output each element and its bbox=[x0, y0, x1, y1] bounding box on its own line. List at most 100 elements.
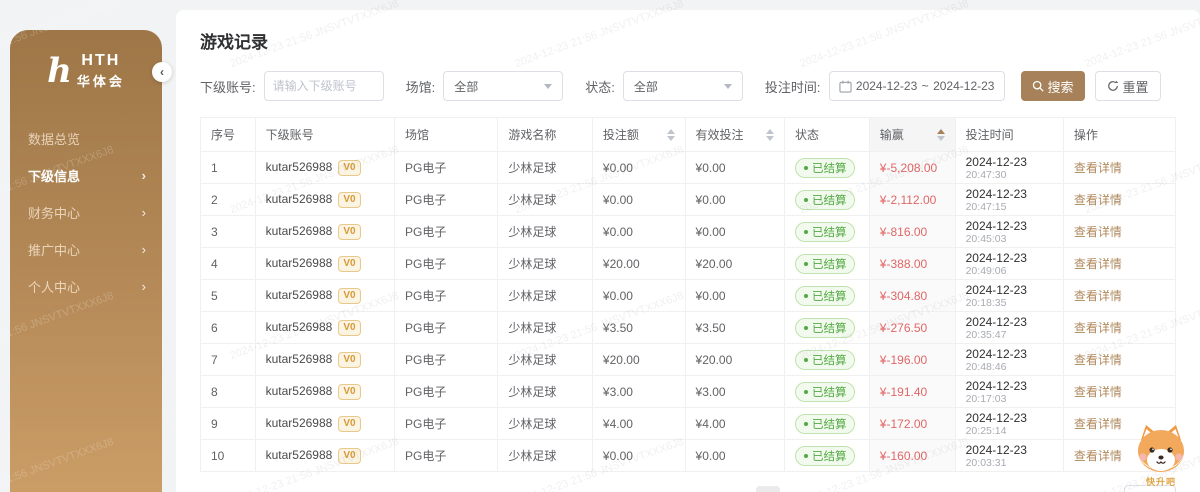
reset-icon bbox=[1107, 80, 1119, 92]
win-loss-value: ¥-160.00 bbox=[880, 449, 927, 463]
cell-bet-amount: ¥20.00 bbox=[592, 248, 685, 280]
bet-time: 20:47:30 bbox=[966, 169, 1053, 181]
cell-valid-bet: ¥0.00 bbox=[685, 152, 784, 184]
status-text: 已结算 bbox=[812, 320, 847, 336]
view-detail-link[interactable]: 查看详情 bbox=[1074, 417, 1122, 431]
cell-account: kutar526988V0 bbox=[255, 408, 394, 440]
account-name: kutar526988 bbox=[266, 160, 333, 174]
view-detail-link[interactable]: 查看详情 bbox=[1074, 161, 1122, 175]
view-detail-link[interactable]: 查看详情 bbox=[1074, 385, 1122, 399]
status-select[interactable]: 全部 bbox=[623, 71, 743, 101]
reset-button[interactable]: 重置 bbox=[1095, 71, 1161, 101]
page-button-4[interactable]: 4 bbox=[846, 486, 870, 492]
view-detail-link[interactable]: 查看详情 bbox=[1074, 449, 1122, 463]
view-detail-link[interactable]: 查看详情 bbox=[1074, 289, 1122, 303]
status-badge: 已结算 bbox=[795, 286, 856, 306]
cell-bet-time: 2024-12-2320:18:35 bbox=[955, 280, 1063, 312]
search-button[interactable]: 搜索 bbox=[1021, 71, 1085, 101]
sidebar-item-label: 财务中心 bbox=[28, 203, 80, 222]
cell-valid-bet: ¥3.00 bbox=[685, 376, 784, 408]
sidebar-item-财务中心[interactable]: 财务中心› bbox=[10, 194, 162, 231]
view-detail-link[interactable]: 查看详情 bbox=[1074, 353, 1122, 367]
app-window: h HTH 华体会 ‹ 数据总览下级信息›财务中心›推广中心›个人中心› 游戏记… bbox=[0, 0, 1200, 492]
cell-index: 6 bbox=[201, 312, 256, 344]
cell-win-loss: ¥-172.00 bbox=[869, 408, 955, 440]
sort-icon[interactable] bbox=[766, 129, 774, 141]
column-header-bet[interactable]: 投注额 bbox=[592, 118, 685, 152]
cell-status: 已结算 bbox=[784, 312, 869, 344]
cell-status: 已结算 bbox=[784, 216, 869, 248]
cell-bet-time: 2024-12-2320:47:15 bbox=[955, 184, 1063, 216]
column-header-valid[interactable]: 有效投注 bbox=[685, 118, 784, 152]
column-header-action: 操作 bbox=[1063, 118, 1175, 152]
cell-game: 少林足球 bbox=[498, 312, 593, 344]
column-header-win[interactable]: 输赢 bbox=[869, 118, 955, 152]
status-badge: 已结算 bbox=[795, 382, 856, 402]
view-detail-link[interactable]: 查看详情 bbox=[1074, 321, 1122, 335]
cell-win-loss: ¥-160.00 bbox=[869, 440, 955, 472]
sidebar-item-数据总览[interactable]: 数据总览 bbox=[10, 120, 162, 157]
bet-time: 20:45:03 bbox=[966, 233, 1053, 245]
bet-date: 2024-12-23 bbox=[966, 187, 1053, 201]
sidebar: h HTH 华体会 ‹ 数据总览下级信息›财务中心›推广中心›个人中心› bbox=[10, 30, 162, 492]
bet-time: 20:49:06 bbox=[966, 265, 1053, 277]
page-button-3[interactable]: 3 bbox=[816, 486, 840, 492]
cell-venue: PG电子 bbox=[395, 344, 498, 376]
table-row: 8kutar526988V0PG电子少林足球¥3.00¥3.00已结算¥-191… bbox=[201, 376, 1176, 408]
date-from-value: 2024-12-23 bbox=[856, 79, 917, 93]
bet-date: 2024-12-23 bbox=[966, 251, 1053, 265]
column-label: 游戏名称 bbox=[508, 126, 556, 143]
page-size-select[interactable]: 10 条/页 bbox=[1011, 489, 1071, 492]
vip-level-badge: V0 bbox=[338, 416, 360, 432]
view-detail-link[interactable]: 查看详情 bbox=[1074, 193, 1122, 207]
page-button-5[interactable]: 5 bbox=[876, 486, 900, 492]
page-button-2[interactable]: 2 bbox=[786, 486, 810, 492]
cell-status: 已结算 bbox=[784, 152, 869, 184]
column-header-status: 状态 bbox=[784, 118, 869, 152]
cell-index: 4 bbox=[201, 248, 256, 280]
cell-bet-time: 2024-12-2320:35:47 bbox=[955, 312, 1063, 344]
cell-action: 查看详情 bbox=[1063, 280, 1175, 312]
status-dot-icon bbox=[804, 326, 808, 330]
shiba-mascot-icon bbox=[1132, 424, 1190, 474]
cell-bet-amount: ¥3.00 bbox=[592, 376, 685, 408]
page-button-1[interactable]: 1 bbox=[756, 486, 780, 492]
sort-icon[interactable] bbox=[667, 129, 675, 141]
page-button-273[interactable]: 273 bbox=[936, 486, 965, 492]
cell-valid-bet: ¥0.00 bbox=[685, 440, 784, 472]
view-detail-link[interactable]: 查看详情 bbox=[1074, 225, 1122, 239]
bet-time: 20:18:35 bbox=[966, 297, 1053, 309]
cell-win-loss: ¥-5,208.00 bbox=[869, 152, 955, 184]
sort-icon[interactable] bbox=[937, 129, 945, 141]
prev-page-button[interactable]: ‹ bbox=[726, 486, 750, 492]
date-range-picker[interactable]: 2024-12-23 ~ 2024-12-23 bbox=[829, 71, 1005, 101]
sidebar-item-推广中心[interactable]: 推广中心› bbox=[10, 231, 162, 268]
table-row: 7kutar526988V0PG电子少林足球¥20.00¥20.00已结算¥-1… bbox=[201, 344, 1176, 376]
cell-action: 查看详情 bbox=[1063, 312, 1175, 344]
view-detail-link[interactable]: 查看详情 bbox=[1074, 257, 1122, 271]
cell-action: 查看详情 bbox=[1063, 376, 1175, 408]
table-row: 3kutar526988V0PG电子少林足球¥0.00¥0.00已结算¥-816… bbox=[201, 216, 1176, 248]
next-page-button[interactable]: › bbox=[971, 486, 995, 492]
sidebar-item-label: 推广中心 bbox=[28, 240, 80, 259]
bet-time: 20:48:46 bbox=[966, 361, 1053, 373]
cell-bet-time: 2024-12-2320:48:46 bbox=[955, 344, 1063, 376]
account-name: kutar526988 bbox=[266, 192, 333, 206]
jump-to-label: 跳至 bbox=[1091, 489, 1116, 492]
sidebar-item-个人中心[interactable]: 个人中心› bbox=[10, 268, 162, 305]
sidebar-collapse-button[interactable]: ‹ bbox=[152, 62, 172, 82]
status-badge: 已结算 bbox=[795, 446, 856, 466]
column-header-game: 游戏名称 bbox=[498, 118, 593, 152]
status-text: 已结算 bbox=[812, 448, 847, 464]
sidebar-item-下级信息[interactable]: 下级信息› bbox=[10, 157, 162, 194]
mascot-widget[interactable]: 快升吧 bbox=[1130, 424, 1192, 488]
date-to-value: 2024-12-23 bbox=[933, 79, 994, 93]
cell-bet-time: 2024-12-2320:03:31 bbox=[955, 440, 1063, 472]
cell-index: 3 bbox=[201, 216, 256, 248]
table-row: 5kutar526988V0PG电子少林足球¥0.00¥0.00已结算¥-304… bbox=[201, 280, 1176, 312]
venue-select[interactable]: 全部 bbox=[443, 71, 563, 101]
win-loss-value: ¥-304.80 bbox=[880, 289, 927, 303]
vip-level-badge: V0 bbox=[338, 224, 360, 240]
account-input[interactable] bbox=[264, 71, 384, 101]
bet-date: 2024-12-23 bbox=[966, 379, 1053, 393]
